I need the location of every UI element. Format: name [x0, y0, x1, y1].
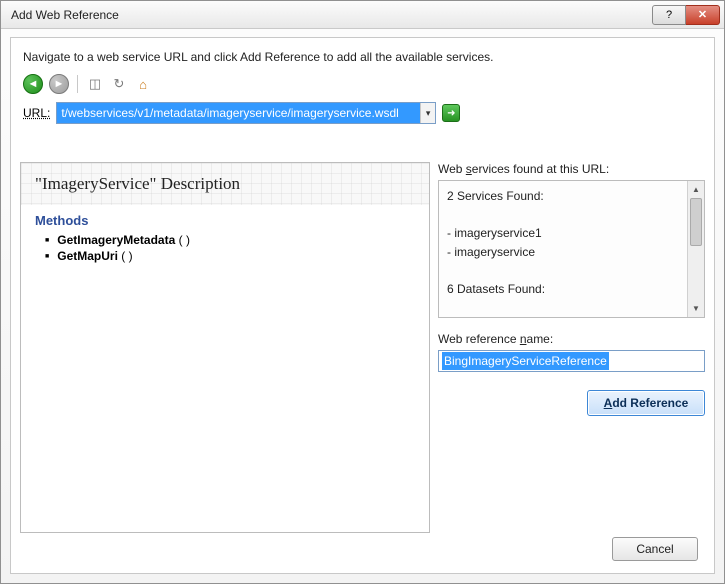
service-list-item[interactable]: - imageryservice1 — [447, 224, 696, 243]
methods-heading: Methods — [35, 213, 415, 228]
close-button[interactable]: ✕ — [686, 5, 720, 25]
dataset-list-item[interactable]: - ImageryService3 — [447, 317, 696, 318]
home-icon[interactable]: ⌂ — [134, 75, 152, 93]
go-button[interactable]: ➜ — [442, 104, 460, 122]
description-header: "ImageryService" Description — [21, 163, 429, 205]
help-button[interactable]: ? — [652, 5, 686, 25]
url-label: URL: — [23, 106, 50, 120]
service-title: "ImageryService" Description — [35, 174, 240, 194]
add-button-row: Add Reference — [438, 390, 705, 416]
nav-toolbar: ◄ ► ◫ ↻ ⌂ — [11, 70, 714, 98]
back-button[interactable]: ◄ — [23, 74, 43, 94]
services-count-line: 2 Services Found: — [447, 187, 696, 206]
url-row: URL: ▾ ➜ — [11, 98, 714, 134]
footer: Cancel — [612, 537, 698, 561]
refname-label: Web reference name: — [438, 332, 705, 346]
stop-refresh-icon[interactable]: ◫ — [86, 75, 104, 93]
right-pane: Web services found at this URL: 2 Servic… — [438, 162, 705, 533]
refresh-icon[interactable]: ↻ — [110, 75, 128, 93]
services-listbox[interactable]: 2 Services Found: - imageryservice1 - im… — [438, 180, 705, 318]
method-item: GetImageryMetadata ( ) — [45, 232, 415, 248]
scroll-up-icon[interactable]: ▲ — [688, 181, 704, 198]
window-controls: ? ✕ — [652, 5, 720, 25]
refname-input[interactable]: BingImageryServiceReference — [442, 352, 609, 370]
dialog-body: Navigate to a web service URL and click … — [10, 37, 715, 574]
url-dropdown-button[interactable]: ▾ — [420, 103, 435, 123]
services-scrollbar[interactable]: ▲ ▼ — [687, 181, 704, 317]
url-input[interactable] — [57, 103, 420, 123]
url-combobox[interactable]: ▾ — [56, 102, 436, 124]
instruction-text: Navigate to a web service URL and click … — [11, 38, 714, 70]
refname-input-wrap[interactable]: BingImageryServiceReference — [438, 350, 705, 372]
datasets-count-line: 6 Datasets Found: — [447, 280, 696, 299]
main-split: "ImageryService" Description Methods Get… — [20, 162, 705, 533]
methods-list: GetImageryMetadata ( ) GetMapUri ( ) — [35, 232, 415, 264]
scroll-thumb[interactable] — [690, 198, 702, 246]
cancel-button[interactable]: Cancel — [612, 537, 698, 561]
service-list-item[interactable]: - imageryservice — [447, 243, 696, 262]
scroll-down-icon[interactable]: ▼ — [688, 300, 704, 317]
toolbar-separator — [77, 75, 78, 93]
description-pane: "ImageryService" Description Methods Get… — [20, 162, 430, 533]
services-content: 2 Services Found: - imageryservice1 - im… — [439, 181, 704, 318]
services-found-label: Web services found at this URL: — [438, 162, 705, 176]
method-item: GetMapUri ( ) — [45, 248, 415, 264]
dialog-window: Add Web Reference ? ✕ Navigate to a web … — [0, 0, 725, 584]
window-title: Add Web Reference — [11, 8, 652, 22]
title-bar: Add Web Reference ? ✕ — [1, 1, 724, 29]
forward-button[interactable]: ► — [49, 74, 69, 94]
description-content: Methods GetImageryMetadata ( ) GetMapUri… — [21, 205, 429, 272]
add-reference-button[interactable]: Add Reference — [587, 390, 705, 416]
